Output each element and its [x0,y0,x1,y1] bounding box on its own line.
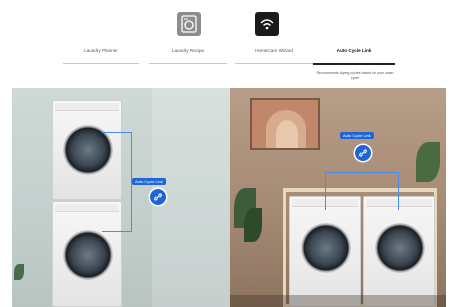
link-icon [150,189,166,205]
control-panel [55,103,119,111]
washer-icon[interactable] [177,12,201,36]
dryer-unit [363,196,435,307]
tab-label: Laundry Planner [84,48,118,53]
washer-unit [289,196,361,307]
link-label: Auto Cycle Link [132,178,166,185]
link-connector [325,172,399,210]
link-label: Auto Cycle Link [340,132,374,139]
tab-description: Recommends drying cycles based on your w… [316,71,394,80]
washer-door [63,230,113,280]
painting-arc-inner [276,120,298,148]
tab-underline [149,63,227,64]
plant-icon [416,142,440,182]
dryer-door [375,223,425,273]
tab-label: HomeCare Wizard [255,48,293,53]
tab-label: Laundry Recipe [171,48,205,53]
tab-bar: Laundry Planner Laundry Recipe HomeCare … [63,46,395,66]
link-icon [355,145,371,161]
tab-label: Auto Cycle Link [336,48,372,53]
washer-door [301,223,351,273]
tab-underline [235,63,313,64]
side-by-side-laundry-scene: Auto Cycle Link [230,88,446,307]
wall-painting [250,98,320,150]
wifi-icon[interactable] [255,12,279,36]
link-connector [102,132,132,232]
floor [230,295,446,307]
stacked-laundry-scene: Auto Cycle Link [12,88,230,307]
page: Laundry Planner Laundry Recipe HomeCare … [0,0,454,307]
tab-underline [63,63,139,64]
plant-icon [244,208,262,242]
tab-underline-active [313,63,395,65]
plant-icon [14,264,24,280]
